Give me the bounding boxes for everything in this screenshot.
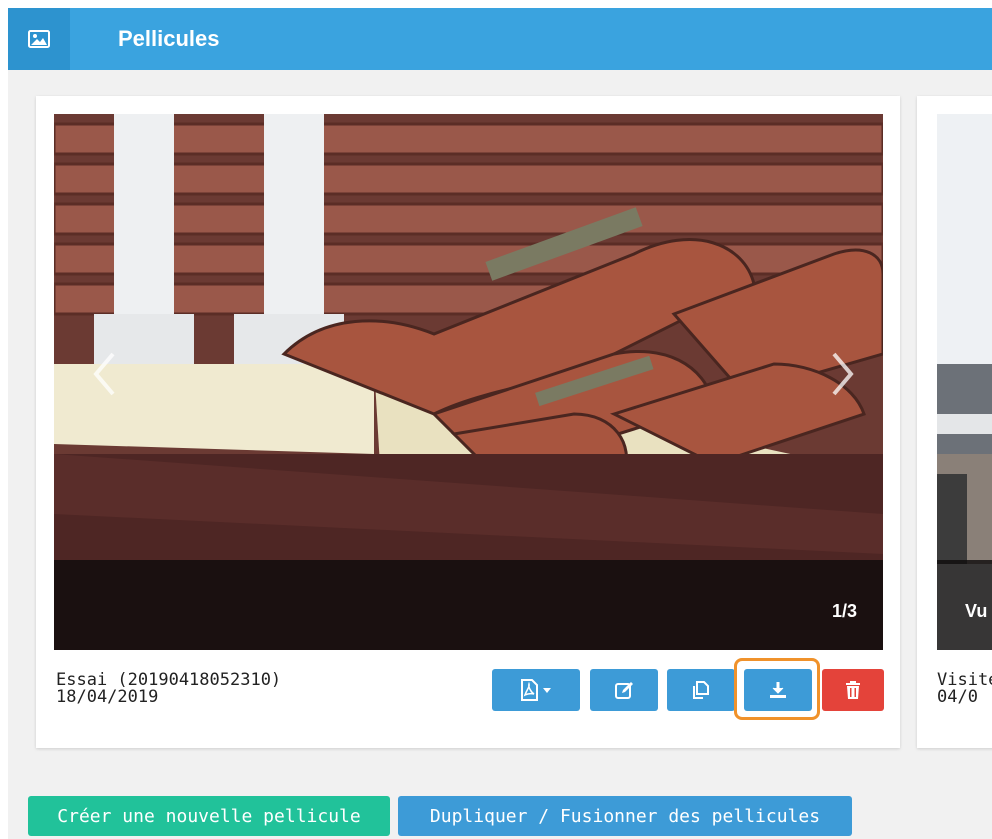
photo-caption: Vu <box>965 601 988 621</box>
pdf-dropdown-button[interactable] <box>492 669 580 711</box>
film-card: Vu Visite 04/0 <box>917 96 992 748</box>
image-icon <box>8 8 70 70</box>
page-header: Pellicules <box>8 8 992 70</box>
delete-button[interactable] <box>822 669 884 711</box>
trash-icon <box>846 681 860 699</box>
focus-highlight <box>734 658 820 720</box>
film-card: 1/3 Essai (20190418052310) 18/04/2019 <box>36 96 900 748</box>
previous-photo-arrow[interactable] <box>84 346 124 402</box>
create-film-button[interactable]: Créer une nouvelle pellicule <box>28 796 390 836</box>
copy-button[interactable] <box>667 669 735 711</box>
film-info: Essai (20190418052310) 18/04/2019 <box>56 672 281 706</box>
copy-icon <box>693 681 709 699</box>
film-photo[interactable]: 1/3 <box>54 114 883 650</box>
film-info: Visite 04/0 <box>937 672 992 706</box>
page-title: Pellicules <box>118 26 220 51</box>
pdf-icon <box>521 679 551 701</box>
duplicate-merge-button[interactable]: Dupliquer / Fusionner des pellicules <box>398 796 852 836</box>
photo-counter: 1/3 <box>831 601 857 621</box>
film-photo[interactable]: Vu <box>937 114 992 650</box>
film-date: 18/04/2019 <box>56 687 159 707</box>
photo-caption-bar: 1/3 <box>54 560 883 650</box>
edit-icon <box>615 682 633 699</box>
next-photo-arrow[interactable] <box>823 346 863 402</box>
photo-caption-bar: Vu <box>937 560 992 650</box>
edit-button[interactable] <box>590 669 658 711</box>
film-date: 04/0 <box>937 687 978 706</box>
